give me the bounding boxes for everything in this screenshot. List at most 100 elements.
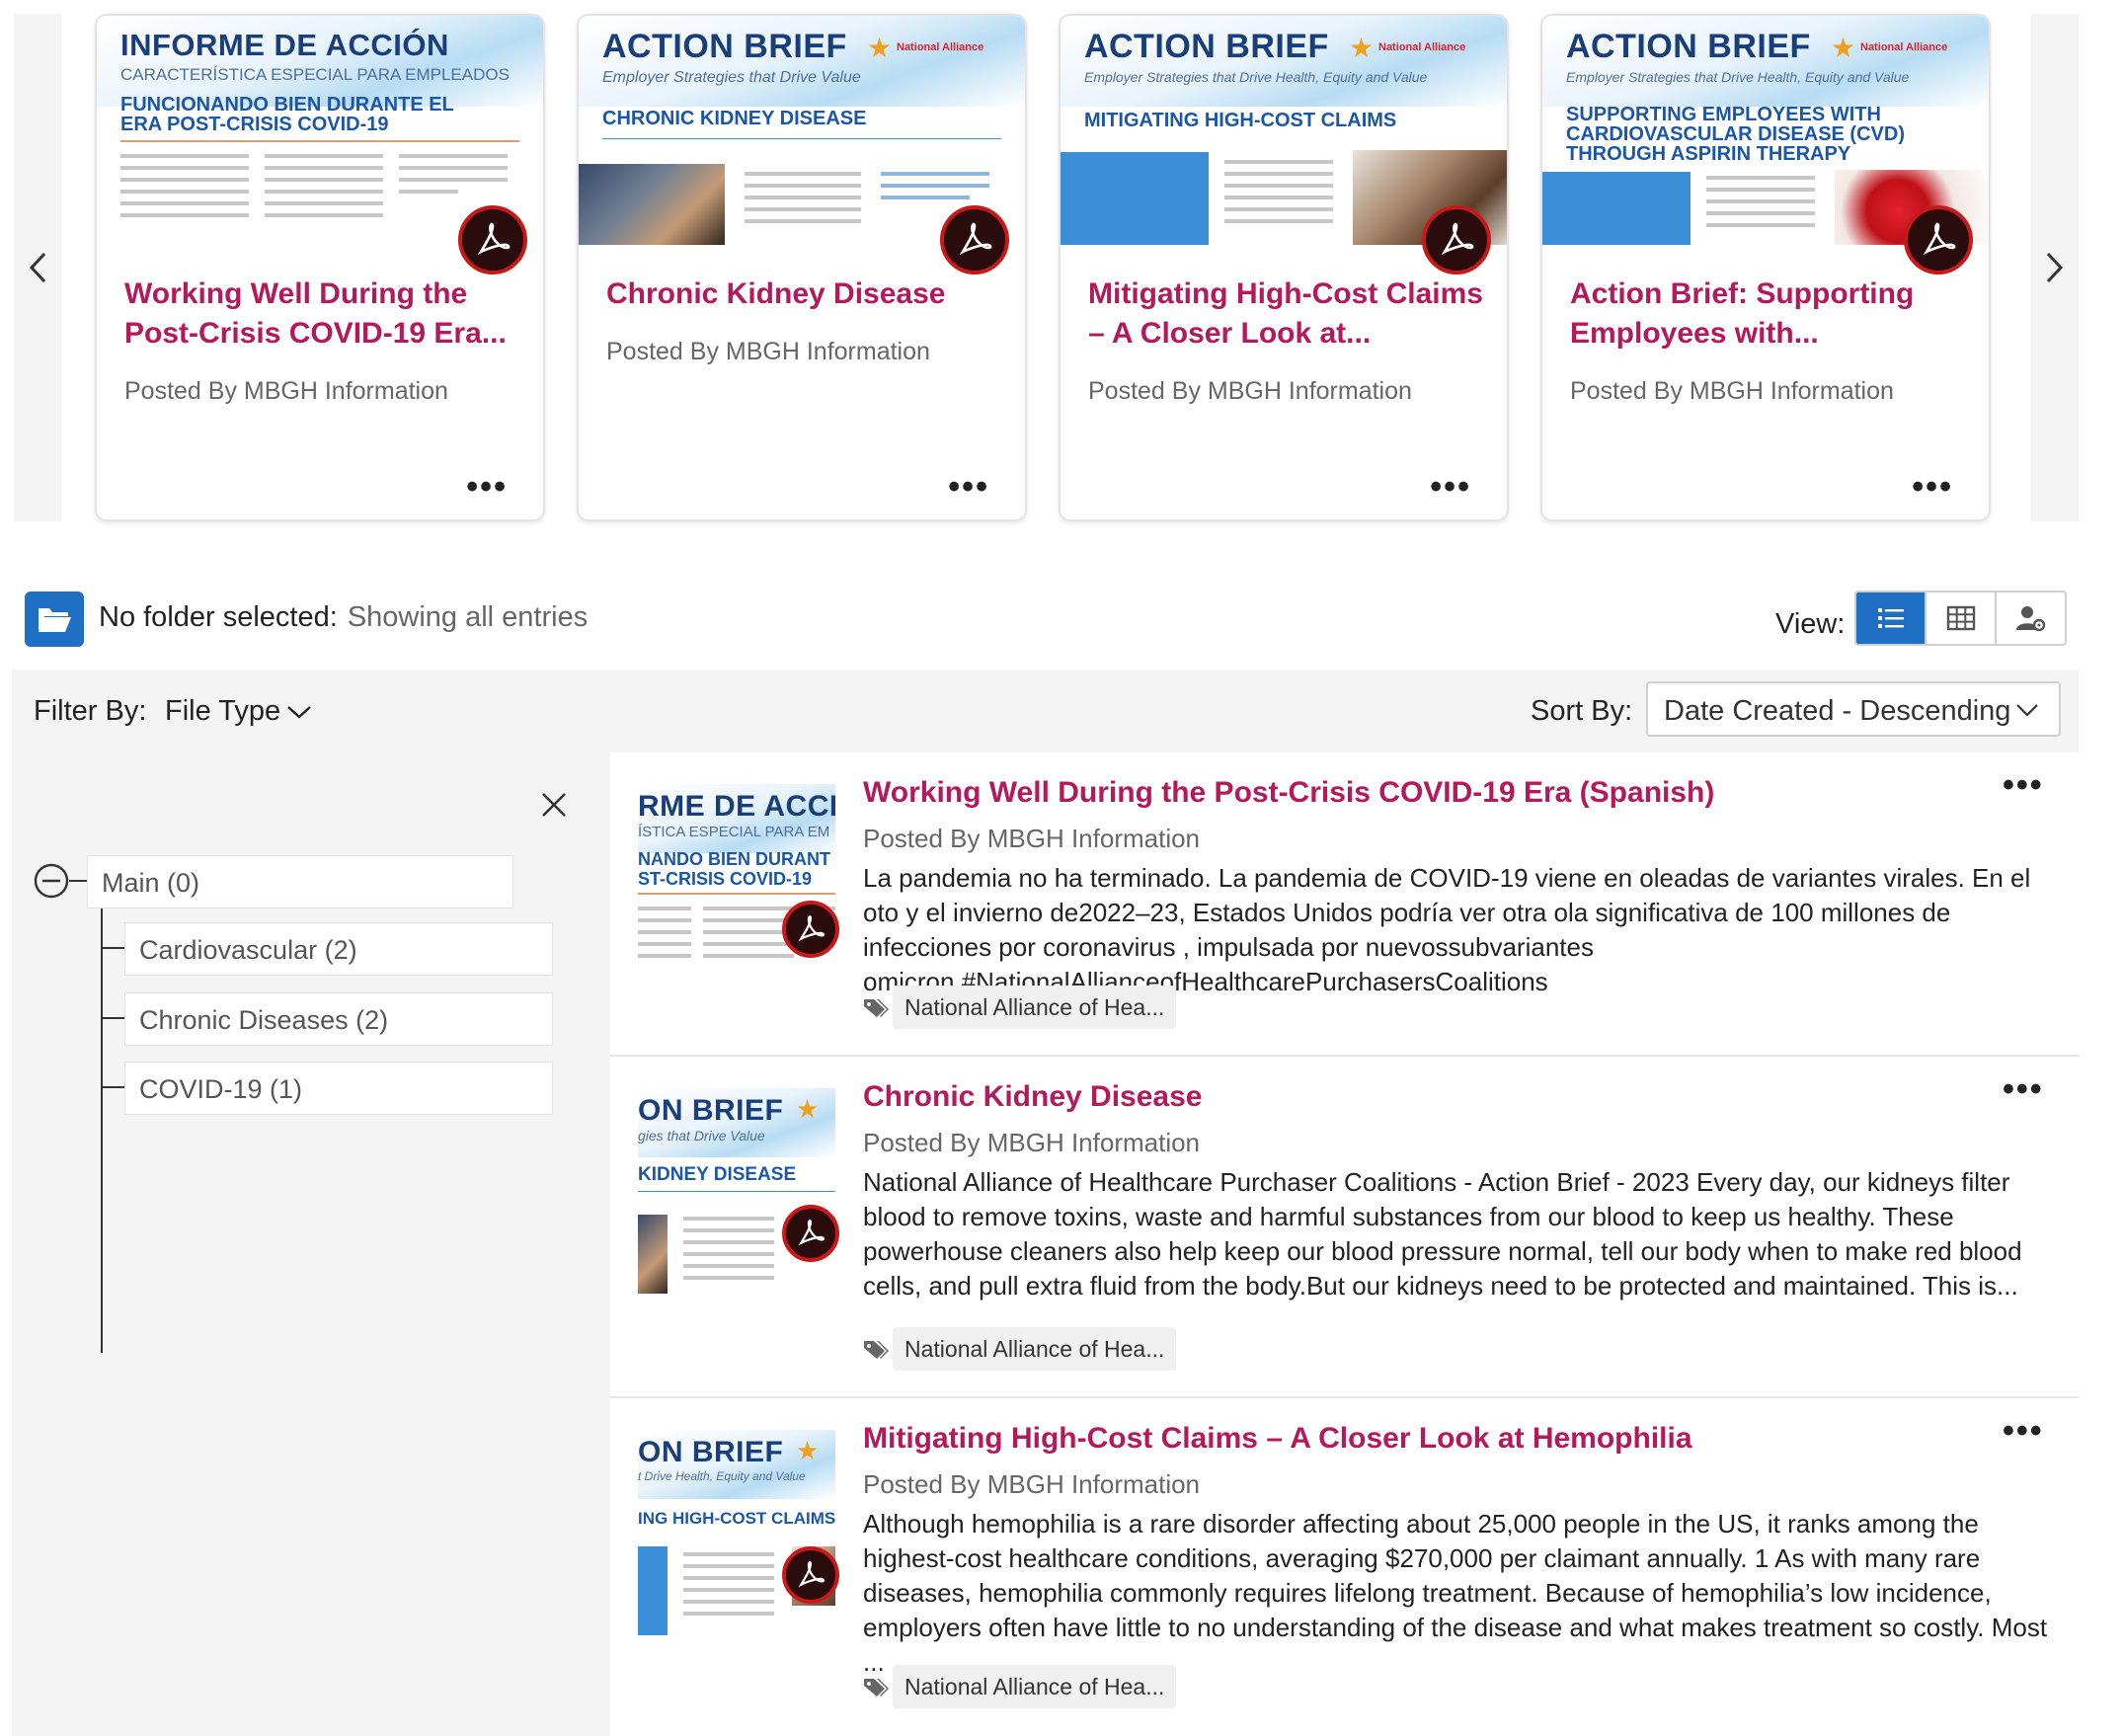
- chevron-right-icon: [2046, 252, 2064, 283]
- star-icon: ★: [1831, 33, 1856, 63]
- filter-bar: Filter By: File Type Sort By: Date Creat…: [12, 670, 2079, 752]
- carousel-card[interactable]: INFORME DE ACCIÓN CARACTERÍSTICA ESPECIA…: [95, 14, 545, 521]
- entry-posted-by: Posted By MBGH Information: [863, 1469, 1201, 1499]
- view-label: View:: [1775, 608, 1846, 640]
- sort-label: Sort By:: [1531, 695, 1633, 727]
- carousel-card[interactable]: ACTION BRIEF ★ National Alliance Employe…: [1540, 14, 1991, 521]
- pdf-icon: [782, 1546, 839, 1604]
- thumb-heading: ACTION BRIEF: [1566, 28, 1811, 65]
- chevron-left-icon: [29, 252, 46, 283]
- star-icon: ★: [796, 1094, 820, 1124]
- card-posted-by: Posted By MBGH Information: [1570, 377, 1894, 405]
- folder-status-value: Showing all entries: [347, 601, 589, 633]
- card-more-button[interactable]: •••: [1430, 470, 1471, 504]
- carousel-card[interactable]: ACTION BRIEF ★ National Alliance Employe…: [577, 14, 1027, 521]
- entry-posted-by: Posted By MBGH Information: [863, 1128, 1201, 1157]
- pdf-icon: [1422, 205, 1491, 275]
- card-title[interactable]: Mitigating High-Cost Claims – A Closer L…: [1088, 275, 1483, 354]
- entry-title[interactable]: Working Well During the Post-Crisis COVI…: [863, 776, 1714, 810]
- card-title[interactable]: Working Well During the Post-Crisis COVI…: [124, 275, 519, 354]
- pdf-icon: [1904, 205, 1973, 275]
- card-more-button[interactable]: •••: [1912, 470, 1953, 504]
- carousel-prev-button[interactable]: [14, 14, 61, 521]
- sort-select[interactable]: Date Created - Descending: [1646, 681, 2061, 737]
- list-item: RME DE ACCIÓN ÍSTICA ESPECIAL PARA EM NA…: [610, 752, 2079, 1057]
- pdf-icon: [782, 901, 839, 958]
- pdf-icon: [782, 1205, 839, 1262]
- entry-tag[interactable]: National Alliance of Hea...: [893, 986, 1177, 1029]
- chevron-down-icon: [287, 706, 311, 719]
- star-icon: ★: [796, 1436, 820, 1465]
- folder-status-label: No folder selected:: [99, 601, 338, 633]
- pdf-icon: [940, 205, 1009, 275]
- grid-view-button[interactable]: [1926, 592, 1997, 644]
- thumb-heading: ACTION BRIEF: [1084, 28, 1329, 65]
- file-type-filter-label: File Type: [165, 695, 281, 727]
- entry-posted-by: Posted By MBGH Information: [863, 824, 1201, 853]
- entry-more-button[interactable]: •••: [2003, 1072, 2044, 1106]
- sort-select-value: Date Created - Descending: [1664, 695, 2011, 727]
- entry-tag[interactable]: National Alliance of Hea...: [893, 1665, 1177, 1708]
- carousel-card[interactable]: ACTION BRIEF ★ National Alliance Employe…: [1059, 14, 1509, 521]
- thumb-brand: National Alliance: [1860, 41, 1948, 53]
- thumb-topic-2: CARDIOVASCULAR DISEASE (CVD): [1566, 123, 1905, 145]
- entry-more-button[interactable]: •••: [2003, 768, 2044, 802]
- carousel-next-button[interactable]: [2031, 14, 2079, 521]
- folder-status: No folder selected: Showing all entries: [99, 601, 588, 634]
- card-posted-by: Posted By MBGH Information: [124, 377, 448, 405]
- file-type-filter[interactable]: File Type: [165, 695, 312, 728]
- card-title[interactable]: Chronic Kidney Disease: [606, 275, 1001, 314]
- entry-thumbnail[interactable]: ON BRIEF ★ gies that Drive Value KIDNEY …: [638, 1088, 835, 1294]
- tag-icon: [864, 1341, 889, 1359]
- filter-label: Filter By:: [34, 695, 147, 727]
- entry-title[interactable]: Mitigating High-Cost Claims – A Closer L…: [863, 1422, 1692, 1456]
- tree-node-chronic-diseases[interactable]: Chronic Diseases (2): [124, 992, 553, 1046]
- entry-description: Although hemophilia is a rare disorder a…: [863, 1509, 2048, 1677]
- thumb-heading: INFORME DE ACCIÓN: [120, 28, 449, 62]
- chevron-down-icon: [2016, 704, 2038, 717]
- thumb-brand: National Alliance: [1378, 41, 1466, 53]
- entry-description: La pandemia no ha terminado. La pandemia…: [863, 863, 2031, 996]
- tree-node-covid-19[interactable]: COVID-19 (1): [124, 1062, 553, 1115]
- thumb-heading: ACTION BRIEF: [602, 28, 847, 65]
- thumb-brand: National Alliance: [897, 41, 984, 53]
- card-posted-by: Posted By MBGH Information: [606, 338, 930, 365]
- grid-icon: [1946, 605, 1975, 631]
- collapse-icon[interactable]: [34, 863, 69, 899]
- tag-icon: [864, 999, 889, 1017]
- list-icon: [1877, 608, 1904, 628]
- folder-picker-button[interactable]: [25, 592, 84, 647]
- card-title[interactable]: Action Brief: Supporting Employees with.…: [1570, 275, 1965, 354]
- list-view-button[interactable]: [1856, 592, 1926, 644]
- entry-tag[interactable]: National Alliance of Hea...: [893, 1327, 1177, 1371]
- star-icon: ★: [1349, 33, 1375, 63]
- card-more-button[interactable]: •••: [466, 470, 508, 504]
- entry-title[interactable]: Chronic Kidney Disease: [863, 1080, 1202, 1114]
- close-icon[interactable]: [539, 790, 569, 820]
- tag-icon: [864, 1679, 889, 1697]
- star-icon: ★: [867, 33, 893, 63]
- entry-thumbnail[interactable]: RME DE ACCIÓN ÍSTICA ESPECIAL PARA EM NA…: [638, 784, 835, 989]
- thumb-topic: CHRONIC KIDNEY DISEASE: [602, 108, 867, 129]
- entry-thumbnail[interactable]: ON BRIEF ★ t Drive Health, Equity and Va…: [638, 1430, 835, 1635]
- entry-more-button[interactable]: •••: [2003, 1414, 2044, 1448]
- thumb-subheading: Employer Strategies that Drive Health, E…: [1566, 69, 1910, 85]
- pdf-icon: [458, 205, 527, 275]
- list-item: ON BRIEF ★ t Drive Health, Equity and Va…: [610, 1398, 2079, 1736]
- thumb-subheading: Employer Strategies that Drive Value: [602, 69, 861, 86]
- card-more-button[interactable]: •••: [948, 470, 989, 504]
- user-gear-icon: [2015, 606, 2045, 632]
- thumb-topic: FUNCIONANDO BIEN DURANTE EL: [120, 94, 454, 116]
- list-item: ON BRIEF ★ gies that Drive Value KIDNEY …: [610, 1057, 2079, 1398]
- thumb-subheading: Employer Strategies that Drive Health, E…: [1084, 69, 1428, 85]
- thumb-topic-2: ERA POST-CRISIS COVID-19: [120, 114, 389, 135]
- thumb-topic-3: THROUGH ASPIRIN THERAPY: [1566, 143, 1851, 165]
- view-toggle: [1854, 591, 2067, 646]
- thumb-topic: SUPPORTING EMPLOYEES WITH: [1566, 104, 1881, 125]
- folder-open-icon: [39, 608, 71, 632]
- thumb-subheading: CARACTERÍSTICA ESPECIAL PARA EMPLEADOS: [120, 65, 510, 84]
- card-posted-by: Posted By MBGH Information: [1088, 377, 1412, 405]
- tree-node-cardiovascular[interactable]: Cardiovascular (2): [124, 922, 553, 976]
- tree-node-main[interactable]: Main (0): [87, 855, 513, 908]
- user-settings-view-button[interactable]: [1997, 592, 2065, 644]
